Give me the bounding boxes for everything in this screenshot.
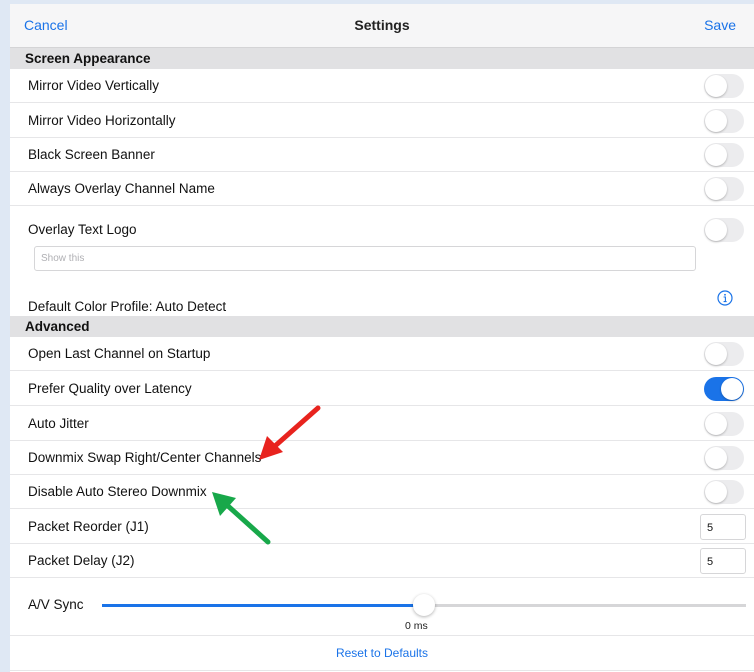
row-mirror-vertically: Mirror Video Vertically: [10, 69, 754, 103]
row-label: Mirror Video Horizontally: [28, 113, 176, 128]
row-label: Prefer Quality over Latency: [28, 381, 192, 396]
av-sync-value: 0 ms: [405, 620, 428, 632]
navigation-bar: Cancel Settings Save: [10, 4, 754, 48]
row-label: Packet Delay (J2): [28, 553, 135, 568]
row-label: A/V Sync: [28, 597, 84, 612]
section-header-advanced: Advanced: [10, 316, 754, 337]
open-last-channel-toggle[interactable]: [704, 342, 744, 366]
toggle-knob: [705, 75, 727, 97]
mirror-horizontally-toggle[interactable]: [704, 109, 744, 133]
row-label: Open Last Channel on Startup: [28, 346, 211, 361]
overlay-text-logo-toggle[interactable]: [704, 218, 744, 242]
row-label: Auto Jitter: [28, 416, 89, 431]
reset-defaults-button[interactable]: Reset to Defaults: [10, 635, 754, 671]
row-label: Overlay Text Logo: [28, 222, 137, 237]
toggle-knob: [705, 447, 727, 469]
row-label: Mirror Video Vertically: [28, 78, 160, 93]
row-open-last-channel: Open Last Channel on Startup: [10, 337, 754, 371]
green-arrow-icon: [212, 492, 271, 545]
row-packet-delay: Packet Delay (J2) 5: [10, 544, 754, 578]
toggle-knob: [705, 178, 727, 200]
toggle-knob: [705, 343, 727, 365]
toggle-knob: [705, 144, 727, 166]
downmix-swap-toggle[interactable]: [704, 446, 744, 470]
row-mirror-horizontally: Mirror Video Horizontally: [10, 104, 754, 138]
prefer-quality-toggle[interactable]: [704, 377, 744, 401]
toggle-knob: [705, 219, 727, 241]
black-screen-banner-toggle[interactable]: [704, 143, 744, 167]
toggle-knob: [705, 481, 727, 503]
overlay-channel-name-toggle[interactable]: [704, 177, 744, 201]
row-label: Disable Auto Stereo Downmix: [28, 484, 207, 499]
page-title: Settings: [354, 17, 410, 33]
toggle-knob: [705, 110, 727, 132]
row-label: Always Overlay Channel Name: [28, 181, 215, 196]
slider-thumb[interactable]: [413, 594, 435, 616]
save-button[interactable]: Save: [704, 17, 736, 33]
overlay-text-input[interactable]: Show this: [34, 246, 696, 271]
toggle-knob: [705, 413, 727, 435]
av-sync-slider[interactable]: [102, 594, 746, 616]
row-color-profile: Default Color Profile: Auto Detect: [10, 285, 754, 317]
red-arrow-icon: [259, 405, 321, 460]
row-downmix-swap: Downmix Swap Right/Center Channels: [10, 441, 754, 475]
color-profile-label: Default Color Profile: Auto Detect: [28, 299, 227, 314]
disable-stereo-downmix-toggle[interactable]: [704, 480, 744, 504]
auto-jitter-toggle[interactable]: [704, 412, 744, 436]
row-label: Packet Reorder (J1): [28, 519, 149, 534]
row-disable-stereo-downmix: Disable Auto Stereo Downmix: [10, 475, 754, 509]
mirror-vertically-toggle[interactable]: [704, 74, 744, 98]
row-av-sync: A/V Sync: [10, 579, 754, 635]
slider-fill: [102, 604, 424, 607]
row-prefer-quality: Prefer Quality over Latency: [10, 372, 754, 406]
info-icon[interactable]: [717, 290, 733, 306]
row-overlay-channel-name: Always Overlay Channel Name: [10, 172, 754, 206]
row-black-screen-banner: Black Screen Banner: [10, 138, 754, 172]
row-auto-jitter: Auto Jitter: [10, 407, 754, 441]
row-packet-reorder: Packet Reorder (J1) 5: [10, 510, 754, 544]
settings-panel: Cancel Settings Save Screen Appearance M…: [10, 4, 754, 672]
row-label: Downmix Swap Right/Center Channels: [28, 450, 262, 465]
toggle-knob: [721, 378, 743, 400]
row-label: Black Screen Banner: [28, 147, 155, 162]
row-overlay-text-logo: Overlay Text Logo: [10, 213, 754, 247]
section-header-screen-appearance: Screen Appearance: [10, 48, 754, 69]
packet-delay-input[interactable]: 5: [700, 548, 746, 574]
packet-reorder-input[interactable]: 5: [700, 514, 746, 540]
